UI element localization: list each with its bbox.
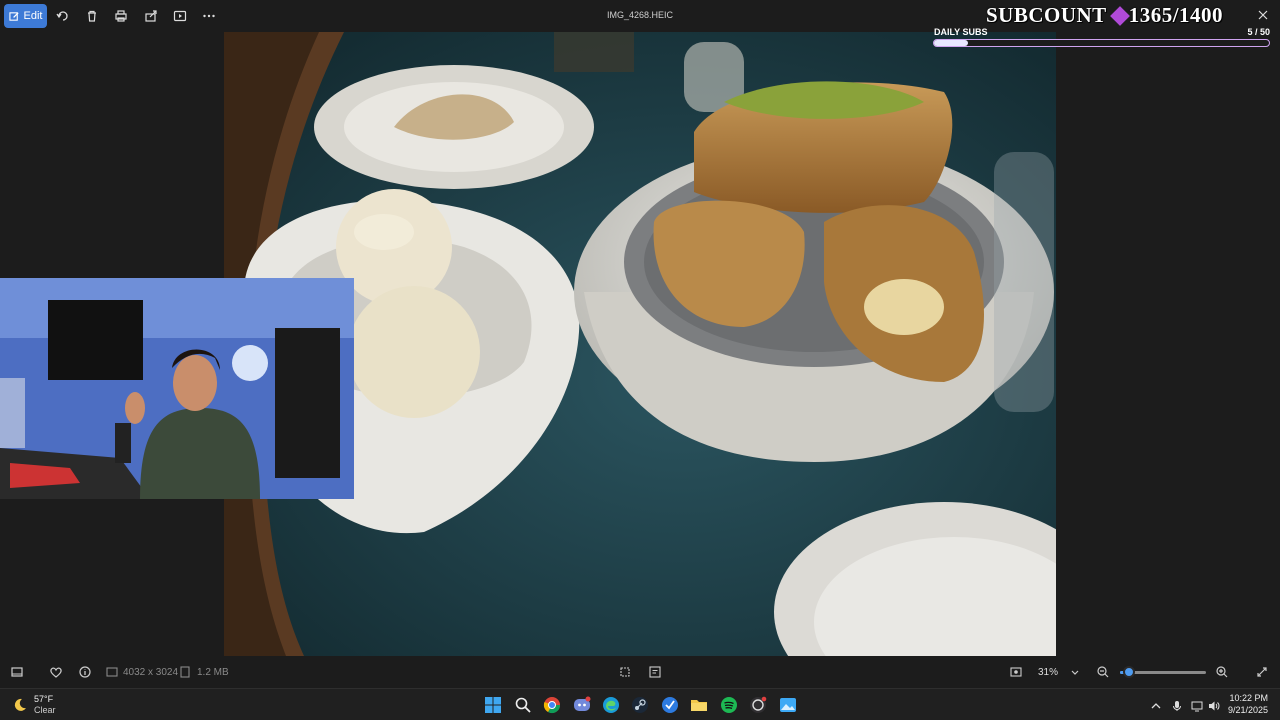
volume-icon[interactable] xyxy=(1208,699,1220,711)
spotify-icon[interactable] xyxy=(720,696,738,714)
clock-date[interactable]: 9/21/2025 xyxy=(1222,705,1268,715)
print-icon[interactable] xyxy=(113,8,129,24)
chevron-up-icon[interactable] xyxy=(1150,699,1162,711)
steam-icon[interactable] xyxy=(631,696,649,714)
gem-icon xyxy=(1109,5,1130,26)
file-size: 1.2 MB xyxy=(197,667,229,678)
webcam-overlay xyxy=(0,278,354,499)
zoom-out-icon[interactable] xyxy=(1095,664,1111,680)
photos-icon[interactable] xyxy=(779,696,797,714)
file-size-icon xyxy=(177,664,193,680)
close-icon[interactable] xyxy=(1256,8,1272,24)
file-explorer-icon[interactable] xyxy=(690,696,708,714)
delete-icon[interactable] xyxy=(84,8,100,24)
favorite-icon[interactable] xyxy=(48,664,64,680)
share-icon[interactable] xyxy=(143,8,159,24)
fullscreen-icon[interactable] xyxy=(1254,664,1270,680)
more-icon[interactable] xyxy=(201,8,217,24)
image-dimensions: 4032 x 3024 xyxy=(123,667,179,678)
fit-window-icon[interactable] xyxy=(1008,664,1024,680)
filmstrip-icon[interactable] xyxy=(9,664,25,680)
daily-subs-current: 5 xyxy=(1247,27,1253,37)
daily-subs-count: 5 / 50 xyxy=(1226,27,1270,37)
text-select-icon[interactable] xyxy=(647,664,663,680)
crop-icon[interactable] xyxy=(617,664,633,680)
window-title: IMG_4268.HEIC xyxy=(606,10,674,20)
image-size-icon xyxy=(104,664,120,680)
zoom-level[interactable]: 31% xyxy=(1038,667,1058,678)
weather-temp[interactable]: 57°F xyxy=(34,694,53,704)
chevron-down-icon[interactable] xyxy=(1067,664,1083,680)
search-icon[interactable] xyxy=(514,696,532,714)
network-icon[interactable] xyxy=(1191,699,1203,712)
subcount-label: SUBCOUNT xyxy=(986,3,1107,27)
webcam-feed xyxy=(0,278,354,499)
chrome-icon[interactable] xyxy=(543,696,561,714)
edit-button[interactable]: Edit xyxy=(4,4,47,28)
daily-subs-total: / 50 xyxy=(1254,27,1270,37)
daily-subs-progress-fill xyxy=(934,40,968,46)
info-icon[interactable] xyxy=(77,664,93,680)
edit-label: Edit xyxy=(23,10,43,22)
subcount-value: 1365/1400 xyxy=(1128,3,1224,27)
slideshow-icon[interactable] xyxy=(172,8,188,24)
rotate-icon[interactable] xyxy=(55,8,71,24)
weather-desc[interactable]: Clear xyxy=(34,705,56,715)
taskbar: 57°F Clear 10:22 PM 9/21/2025 xyxy=(0,688,1280,720)
zoom-in-icon[interactable] xyxy=(1214,664,1230,680)
obs-icon[interactable] xyxy=(749,696,767,714)
microphone-icon[interactable] xyxy=(1171,699,1183,711)
zoom-slider-thumb[interactable] xyxy=(1122,666,1135,678)
daily-subs-progress xyxy=(933,39,1270,47)
bottom-toolbar: 4032 x 3024 1.2 MB 31% xyxy=(0,656,1280,688)
weather-icon[interactable] xyxy=(12,697,28,713)
app-icon[interactable] xyxy=(661,696,679,714)
discord-icon[interactable] xyxy=(573,696,591,714)
edge-icon[interactable] xyxy=(602,696,620,714)
start-icon[interactable] xyxy=(484,696,502,714)
edit-icon xyxy=(8,11,19,21)
subcount-overlay: SUBCOUNT 1365/1400 xyxy=(986,3,1223,28)
clock-time[interactable]: 10:22 PM xyxy=(1222,693,1268,703)
daily-subs-label: DAILY SUBS xyxy=(934,27,988,37)
